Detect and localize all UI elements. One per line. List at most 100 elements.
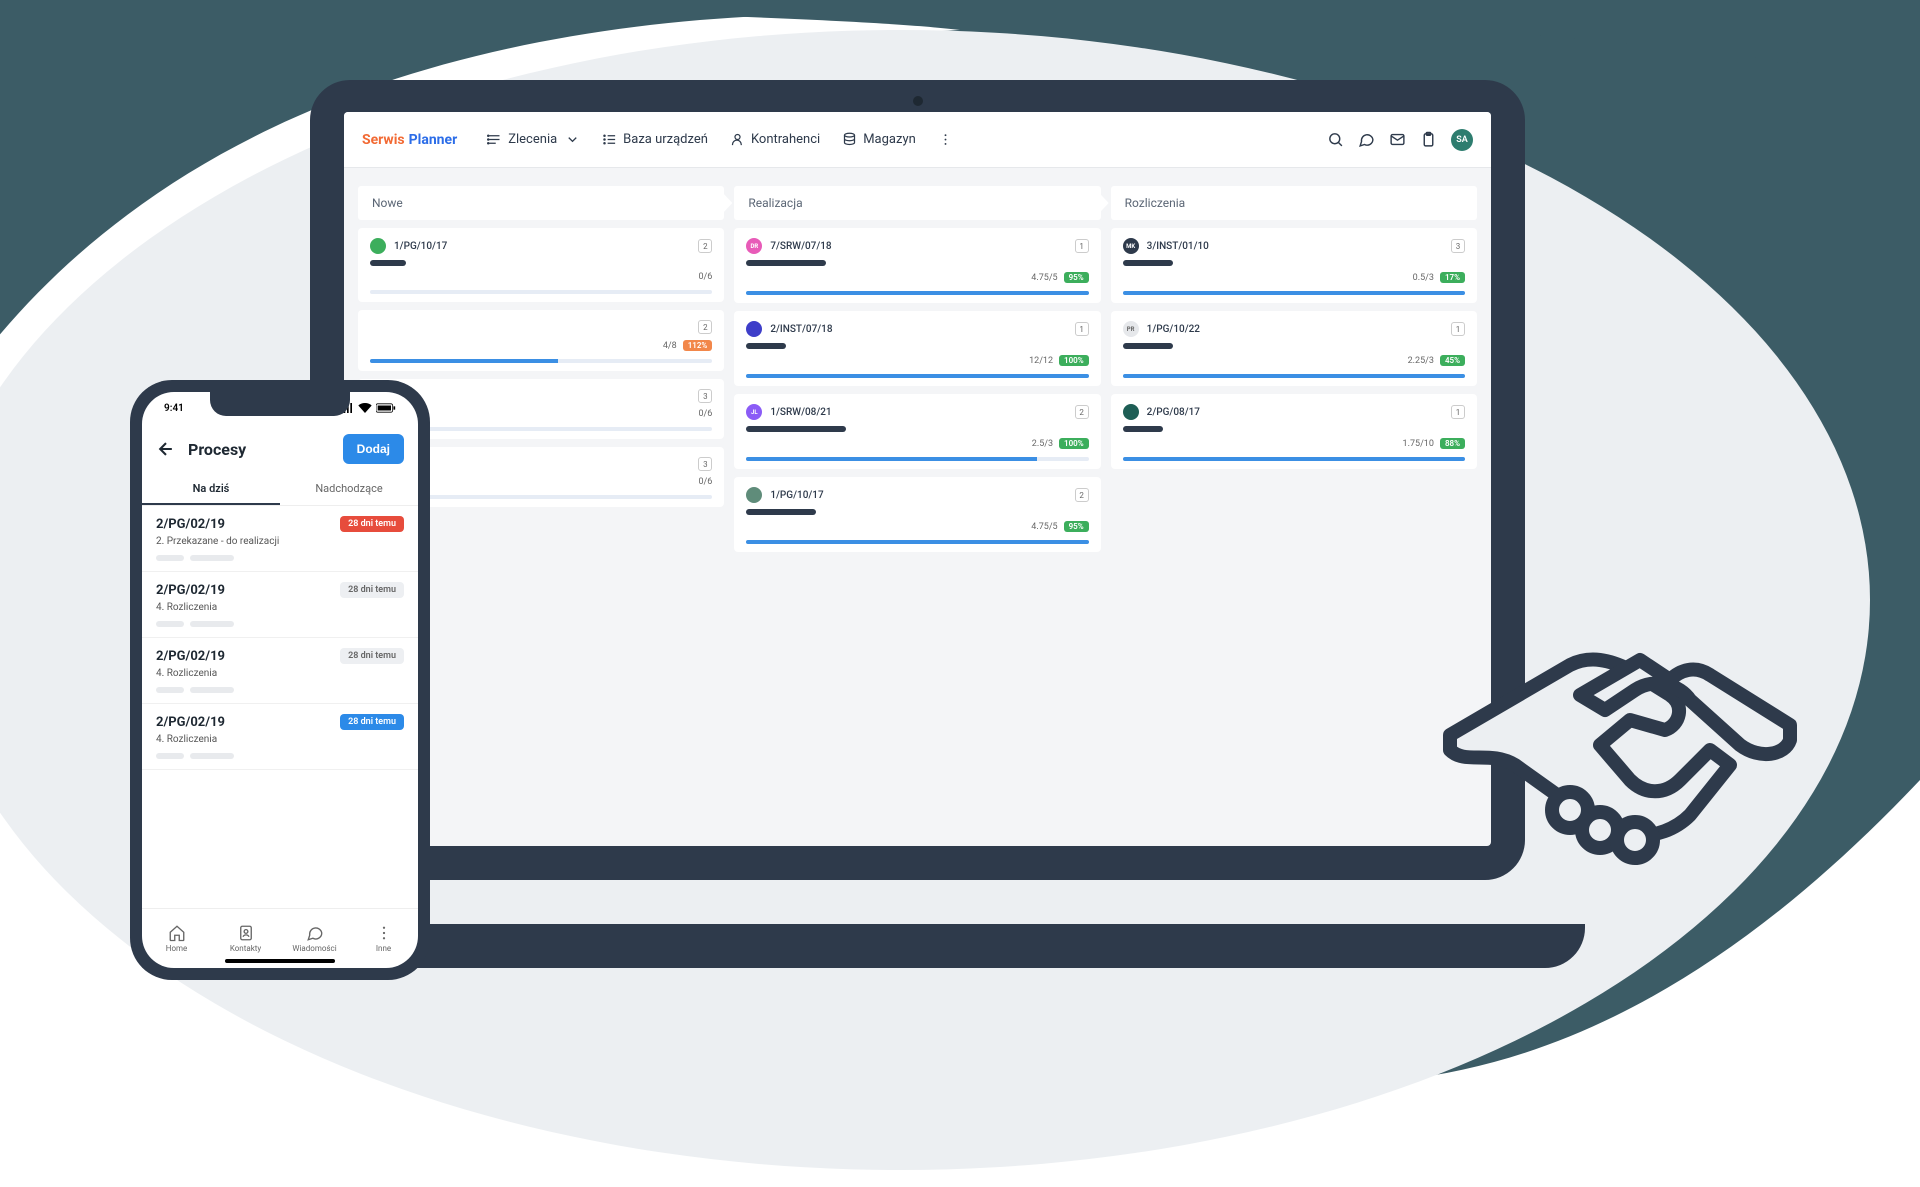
phone-tabs: Na dziś Nadchodzące [142,474,418,506]
list-item-subtitle: 2. Przekazane - do realizacji [156,536,404,547]
card-avatar [370,238,386,254]
kanban-card[interactable]: 24/8112% [358,310,724,371]
logo-part-a: Serwis [362,132,405,148]
card-score: 4/8 [663,341,677,351]
kanban-board: Nowe1/PG/10/1720/624/8112%30/630/6Realiz… [344,168,1491,846]
list-item-title: 2/PG/02/19 [156,517,225,532]
process-list-item[interactable]: 2/PG/02/19 28 dni temu 2. Przekazane - do … [142,506,418,572]
tab-today[interactable]: Na dziś [142,474,280,505]
column-header: Rozliczenia [1111,186,1477,220]
list-item-skeleton [156,621,404,627]
kanban-card[interactable]: 2/INST/07/18 1 12/12 100% [734,311,1100,386]
card-content-bar [746,343,786,349]
search-icon[interactable] [1327,131,1344,148]
card-content-bar [370,260,406,266]
card-content-bar [746,260,826,266]
card-badge: 88% [1440,438,1465,449]
list-item-badge: 28 dni temu [340,714,404,730]
bottom-nav-more[interactable]: Inne [349,909,418,968]
card-footer: 4.75/595% [746,521,1088,532]
card-footer: 0/6 [370,272,712,282]
card-badge: 95% [1064,272,1089,283]
handshake-illustration [1430,615,1810,915]
user-avatar[interactable]: SA [1451,129,1473,151]
card-badge: 100% [1059,438,1089,449]
mail-icon[interactable] [1389,131,1406,148]
process-list-item[interactable]: 2/PG/02/1928 dni temu4. Rozliczenia [142,704,418,770]
column-header: Realizacja [734,186,1100,220]
list-icon [487,132,502,147]
kanban-card[interactable]: MK3/INST/01/1030.5/317% [1111,228,1477,303]
back-arrow-icon[interactable] [156,439,176,459]
list-item-badge: 28 dni temu [340,516,404,532]
database-icon [842,132,857,147]
card-count: 3 [698,389,712,403]
card-score: 2.25/3 [1408,356,1434,366]
card-score: 4.75/5 [1031,273,1057,283]
kanban-card[interactable]: PR1/PG/10/2212.25/345% [1111,311,1477,386]
card-title: 1/SRW/08/21 [770,407,831,418]
card-avatar [746,487,762,503]
nav-contractors[interactable]: Kontrahenci [730,132,820,147]
card-score: 0/6 [698,272,712,282]
list-item-skeleton [156,753,404,759]
nav-devices[interactable]: Baza urządzeń [602,132,708,147]
home-icon [168,924,186,942]
nav-contractors-label: Kontrahenci [751,132,820,147]
logo-part-b: Planner [409,132,458,148]
card-count: 1 [1451,405,1465,419]
nav-more[interactable] [938,132,953,147]
card-footer: 12/12 100% [746,355,1088,366]
card-title: 1/PG/10/22 [1147,324,1200,335]
card-avatar: JL [746,404,762,420]
more-icon [375,924,393,942]
nav-orders[interactable]: Zlecenia [487,132,580,147]
card-content-bar [1123,260,1173,266]
wifi-icon [358,403,372,413]
card-progress [746,540,1088,544]
card-score: 2.5/3 [1032,439,1053,449]
kanban-card[interactable]: DR7/SRW/07/1814.75/595% [734,228,1100,303]
phone-mockup: 9:41 Procesy Dodaj Na dziś Nadchodzące 2… [130,380,430,980]
chat-icon[interactable] [1358,131,1375,148]
dots-vertical-icon [938,132,953,147]
card-progress [746,457,1088,461]
tab-upcoming[interactable]: Nadchodzące [280,474,418,505]
nav-warehouse[interactable]: Magazyn [842,132,916,147]
card-content-bar [746,509,816,515]
card-score: 0/6 [698,477,712,487]
card-progress [746,291,1088,295]
kanban-card[interactable]: JL1/SRW/08/2122.5/3100% [734,394,1100,469]
card-badge: 100% [1059,355,1089,366]
card-score: 12/12 [1029,356,1053,366]
card-badge: 17% [1440,272,1465,283]
card-count: 1 [1075,322,1089,336]
process-list-item[interactable]: 2/PG/02/1928 dni temu4. Rozliczenia [142,638,418,704]
card-content-bar [1123,343,1173,349]
kanban-card[interactable]: 1/PG/10/1720/6 [358,228,724,302]
kanban-card[interactable]: 1/PG/10/1724.75/595% [734,477,1100,552]
phone-process-list: 2/PG/02/19 28 dni temu 2. Przekazane - do … [142,506,418,908]
card-progress [1123,374,1465,378]
list-item-subtitle: 4. Rozliczenia [156,668,404,679]
laptop-base [250,924,1585,968]
chevron-down-icon [565,132,580,147]
card-progress [370,290,712,294]
card-score: 4.75/5 [1031,522,1057,532]
list-item-skeleton [156,687,404,693]
add-button[interactable]: Dodaj [343,434,404,464]
nav-orders-label: Zlecenia [508,132,557,147]
laptop-camera [913,96,923,106]
clipboard-icon[interactable] [1420,131,1437,148]
nav-warehouse-label: Magazyn [863,132,916,147]
app-logo: Serwis Planner [362,132,457,148]
process-list-item[interactable]: 2/PG/02/1928 dni temu4. Rozliczenia [142,572,418,638]
list-item-skeleton [156,555,404,561]
phone-time: 9:41 [164,403,184,414]
bottom-nav-home[interactable]: Home [142,909,211,968]
card-title: 3/INST/01/10 [1147,241,1209,252]
card-avatar: PR [1123,321,1139,337]
card-title: 2/INST/07/18 [770,324,832,335]
card-score: 1.75/10 [1403,439,1434,449]
kanban-card[interactable]: 2/PG/08/1711.75/1088% [1111,394,1477,469]
